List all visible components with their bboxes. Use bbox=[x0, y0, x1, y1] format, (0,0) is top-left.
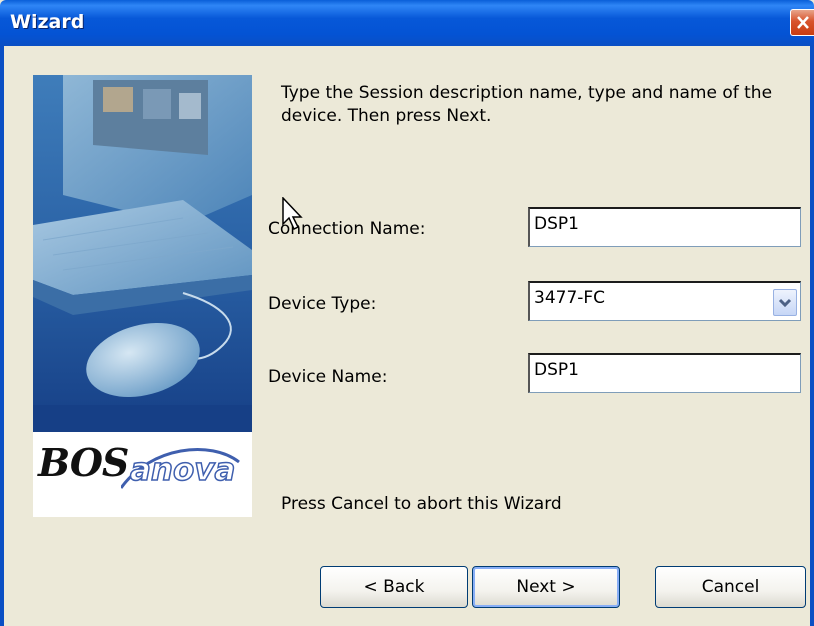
next-button[interactable]: Next > bbox=[472, 566, 620, 608]
window-border-left bbox=[0, 46, 4, 626]
computer-illustration bbox=[33, 75, 252, 432]
close-button[interactable] bbox=[790, 9, 814, 36]
logo-text-bos: BOS bbox=[38, 440, 129, 485]
device-name-label: Device Name: bbox=[268, 367, 388, 387]
mouse-pointer-icon bbox=[282, 197, 303, 231]
device-name-input[interactable]: DSP1 bbox=[528, 353, 801, 393]
bosanova-logo: BOS anova bbox=[33, 432, 252, 517]
instructions-text: Type the Session description name, type … bbox=[281, 83, 773, 126]
device-type-dropdown-button[interactable] bbox=[773, 289, 797, 316]
close-icon bbox=[797, 16, 809, 29]
back-button[interactable]: < Back bbox=[320, 566, 468, 608]
device-type-value: 3477-FC bbox=[534, 288, 606, 308]
title-bar[interactable]: Wizard bbox=[0, 0, 814, 46]
logo-text-anova: anova bbox=[129, 451, 236, 489]
window-border-right bbox=[810, 46, 814, 626]
device-type-label: Device Type: bbox=[268, 294, 377, 314]
device-type-select[interactable]: 3477-FC bbox=[528, 281, 801, 321]
connection-name-input[interactable]: DSP1 bbox=[528, 207, 801, 247]
chevron-down-icon bbox=[778, 298, 792, 308]
cancel-hint-text: Press Cancel to abort this Wizard bbox=[281, 494, 562, 514]
cancel-button[interactable]: Cancel bbox=[655, 566, 806, 608]
window-title: Wizard bbox=[10, 11, 85, 33]
wizard-side-image bbox=[33, 75, 252, 432]
